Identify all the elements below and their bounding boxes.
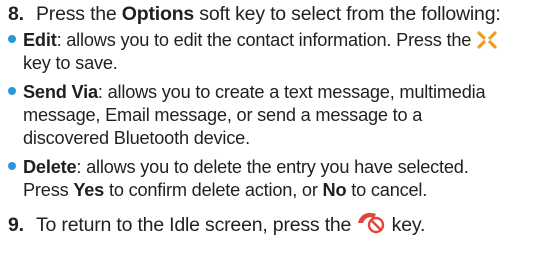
send-via-desc-line1: : allows you to create a text message, m…: [97, 82, 486, 102]
delete-line2-mid: to confirm delete action, or: [104, 180, 323, 200]
edit-term: Edit: [23, 30, 57, 50]
step-number: 9.: [8, 214, 24, 236]
delete-desc-line2: Press Yes to confirm delete action, or N…: [23, 179, 427, 202]
step-text-end: soft key to select from the following:: [194, 3, 501, 25]
step-number: 8.: [8, 3, 24, 25]
step-text-end: key.: [386, 214, 426, 236]
edit-desc-line2: key to save.: [23, 53, 118, 73]
bullet-dot-icon: [8, 162, 16, 170]
end-call-key-icon: [356, 209, 386, 241]
bullet-delete: Delete: allows you to delete the entry y…: [8, 156, 469, 179]
step-text: Press the: [36, 3, 122, 25]
save-key-icon: [476, 30, 498, 56]
send-via-desc-line2: message, Email message, or send a messag…: [23, 105, 423, 125]
delete-desc-line1: : allows you to delete the entry you hav…: [76, 157, 469, 177]
edit-desc-line1: : allows you to edit the contact informa…: [56, 30, 477, 50]
manual-page: 8. Press the Options soft key to select f…: [0, 0, 537, 263]
step-8: 8. Press the Options soft key to select f…: [8, 2, 501, 26]
delete-line2-pre: Press: [23, 180, 74, 200]
bullet-send-via: Send Via: allows you to create a text me…: [8, 81, 486, 104]
delete-term: Delete: [23, 157, 77, 177]
yes-term: Yes: [73, 180, 105, 200]
send-via-desc-line3: discovered Bluetooth device.: [23, 128, 250, 148]
no-term: No: [322, 180, 347, 200]
bullet-dot-icon: [8, 87, 16, 95]
delete-line2-post: to cancel.: [346, 180, 428, 200]
options-term: Options: [121, 3, 195, 25]
step-9: 9. To return to the Idle screen, press th…: [8, 209, 425, 241]
step-text: To return to the Idle screen, press the: [36, 214, 357, 236]
bullet-dot-icon: [8, 35, 16, 43]
send-via-term: Send Via: [23, 82, 98, 102]
